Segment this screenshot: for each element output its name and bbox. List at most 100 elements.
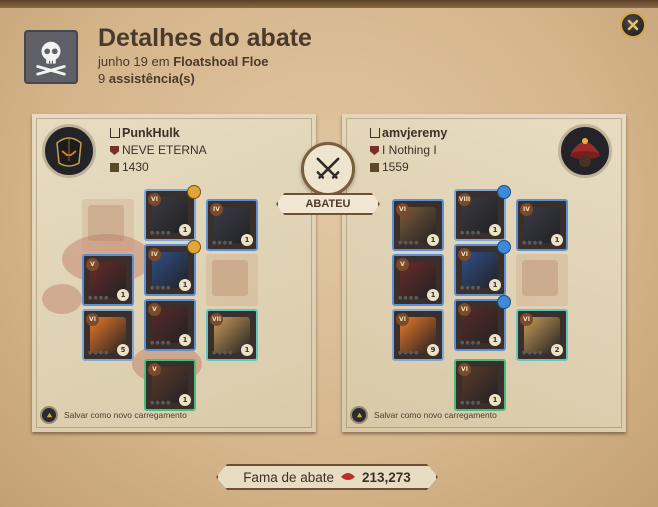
item-quantity: 1: [179, 394, 191, 406]
tier-badge: VI: [520, 313, 533, 326]
killer-item-offhand[interactable]: [206, 254, 258, 306]
killer-item-shoes[interactable]: V ●●●● 1: [144, 299, 196, 351]
star-icon: [497, 240, 511, 254]
killer-item-food[interactable]: VII ●●●● 1: [206, 309, 258, 361]
quality-dots: ●●●●: [88, 350, 110, 356]
quality-dots: ●●●●: [398, 240, 420, 246]
killer-guild-text: NEVE ETERNA: [122, 143, 207, 157]
quality-dots: ●●●●: [150, 285, 172, 291]
quality-dots: ●●●●: [460, 230, 482, 236]
victim-guild[interactable]: I Nothing I: [370, 143, 437, 157]
crown-icon: [370, 128, 380, 138]
victim-item-mainhand[interactable]: V ●●●● 1: [392, 254, 444, 306]
killer-item-bag[interactable]: [82, 199, 134, 251]
tier-badge: VI: [148, 193, 161, 206]
quality-dots: ●●●●: [150, 400, 172, 406]
assist-count: 9 assistência(s): [98, 71, 195, 86]
killer-save-loadout-label: Salvar como novo carregamento: [64, 410, 187, 420]
quality-dots: ●●●●: [460, 400, 482, 406]
guild-icon: [110, 146, 119, 155]
tier-badge: VII: [210, 313, 223, 326]
item-quantity: 1: [427, 234, 439, 246]
victim-item-mount[interactable]: VI ●●●● 1: [454, 359, 506, 411]
tier-badge: V: [86, 258, 99, 271]
page-title: Detalhes do abate: [98, 24, 312, 52]
star-icon: [497, 295, 511, 309]
killer-item-potion[interactable]: VI ●●●● 5: [82, 309, 134, 361]
tier-badge: V: [396, 258, 409, 271]
kill-location: Floatshoal Floe: [173, 54, 269, 69]
item-quantity: 1: [241, 344, 253, 356]
killer-item-mount[interactable]: V ●●●● 1: [144, 359, 196, 411]
tier-badge: IV: [148, 248, 161, 261]
tier-badge: IV: [520, 203, 533, 216]
killed-label: ABATEU: [276, 193, 380, 215]
item-quantity: 1: [117, 289, 129, 301]
item-quantity: 1: [427, 289, 439, 301]
killer-guild[interactable]: NEVE ETERNA: [110, 143, 207, 157]
killer-item-mainhand[interactable]: V ●●●● 1: [82, 254, 134, 306]
item-quantity: 1: [179, 334, 191, 346]
killer-name[interactable]: PunkHulk: [110, 126, 180, 140]
item-quantity: 1: [241, 234, 253, 246]
item-quantity: 1: [489, 394, 501, 406]
victim-ip-value: 1559: [382, 160, 409, 174]
victim-name[interactable]: amvjeremy: [370, 126, 447, 140]
item-quantity: 2: [551, 344, 563, 356]
victim-avatar[interactable]: [558, 124, 612, 178]
tier-badge: V: [148, 363, 161, 376]
swords-icon: [301, 142, 355, 196]
victim-item-power: 1559: [370, 160, 409, 174]
empty-slot-icon: [212, 260, 248, 296]
quality-dots: ●●●●: [398, 295, 420, 301]
plus-icon: [187, 185, 201, 199]
tier-badge: IV: [210, 203, 223, 216]
killer-item-power: 1430: [110, 160, 149, 174]
item-quantity: 1: [489, 334, 501, 346]
plus-icon: [187, 240, 201, 254]
item-quantity: 5: [117, 344, 129, 356]
star-icon: [497, 185, 511, 199]
quality-dots: ●●●●: [522, 350, 544, 356]
fame-label: Fama de abate: [243, 469, 334, 485]
tier-badge: VI: [458, 363, 471, 376]
killer-avatar[interactable]: [42, 124, 96, 178]
blood-drop-icon: [341, 473, 355, 480]
victim-item-potion[interactable]: VI ●●●● 9: [392, 309, 444, 361]
quality-dots: ●●●●: [150, 230, 172, 236]
ip-icon: [110, 163, 119, 172]
quality-dots: ●●●●: [460, 340, 482, 346]
crown-icon: [110, 128, 120, 138]
item-quantity: 1: [179, 224, 191, 236]
kill-details-window: Detalhes do abate junho 19 em Floatshoal…: [0, 0, 658, 507]
tier-badge: VI: [396, 203, 409, 216]
tier-badge: VIII: [458, 193, 471, 206]
quality-dots: ●●●●: [212, 350, 234, 356]
quality-dots: ●●●●: [522, 240, 544, 246]
kill-date: junho 19 em: [98, 54, 170, 69]
item-quantity: 9: [427, 344, 439, 356]
guild-icon: [370, 146, 379, 155]
item-quantity: 1: [489, 224, 501, 236]
victim-item-bag[interactable]: VI ●●●● 1: [392, 199, 444, 251]
save-icon: [40, 406, 58, 424]
tier-badge: VI: [396, 313, 409, 326]
quality-dots: ●●●●: [398, 350, 420, 356]
close-button[interactable]: [620, 12, 646, 38]
victim-item-food[interactable]: VI ●●●● 2: [516, 309, 568, 361]
save-icon: [350, 406, 368, 424]
empty-slot-icon: [88, 205, 124, 241]
item-quantity: 1: [489, 279, 501, 291]
victim-panel: amvjeremy I Nothing I 1559 Salvar como n…: [342, 114, 626, 432]
quality-dots: ●●●●: [150, 340, 172, 346]
quality-dots: ●●●●: [212, 240, 234, 246]
killer-item-cape[interactable]: IV ●●●● 1: [206, 199, 258, 251]
quality-dots: ●●●●: [88, 295, 110, 301]
skull-crossbones-icon: [24, 30, 78, 84]
item-quantity: 1: [551, 234, 563, 246]
tier-badge: VI: [86, 313, 99, 326]
victim-item-cape[interactable]: IV ●●●● 1: [516, 199, 568, 251]
window-frame: [0, 0, 658, 8]
victim-item-offhand[interactable]: [516, 254, 568, 306]
killer-panel: PunkHulk NEVE ETERNA 1430 Salvar como no…: [32, 114, 316, 432]
